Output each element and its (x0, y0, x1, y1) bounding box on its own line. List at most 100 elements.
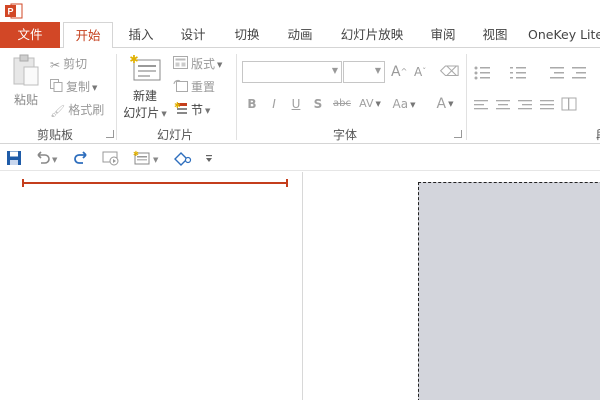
slides-group-label: 幻灯片 (156, 128, 193, 142)
bullets-icon[interactable] (474, 66, 491, 80)
svg-text:P: P (7, 7, 13, 17)
font-color-label: A (436, 96, 447, 112)
chevron-down-icon: ▼ (448, 100, 454, 108)
bold-button[interactable]: B (244, 94, 260, 114)
format-painter-button[interactable]: 🖌 格式刷 (50, 100, 104, 120)
italic-button[interactable]: I (266, 94, 282, 114)
save-icon[interactable] (6, 149, 22, 167)
font-name-combo[interactable]: ▼ (242, 61, 342, 83)
justify-icon[interactable] (540, 100, 554, 110)
copy-button[interactable]: 复制 ▼ (50, 77, 97, 97)
section-button[interactable]: ✱ 节 ▼ (173, 100, 210, 120)
clear-formatting-button[interactable]: ⌫ (440, 62, 460, 82)
tab-slideshow[interactable]: 幻灯片放映 (331, 22, 413, 48)
cut-label: 剪切 (63, 57, 88, 71)
arrow-down-icon: ˇ (422, 67, 427, 76)
decrease-indent-icon[interactable] (550, 67, 564, 79)
ribbon: 粘贴 ✂ 剪切 复制 ▼ 🖌 格式刷 剪贴板 ✱ 新建 幻灯片 ▼ 版式 ▼ 重置 (0, 48, 600, 144)
launcher-icon[interactable] (454, 130, 462, 138)
tab-onekey[interactable]: OneKey Lite (528, 22, 600, 48)
chevron-down-icon: ▼ (161, 109, 167, 118)
paragraph-group-label: 段 (592, 126, 600, 143)
chevron-down-icon: ▼ (217, 60, 223, 69)
new-slide-button[interactable]: ✱ 新建 幻灯片 ▼ (122, 53, 168, 121)
font-color-button[interactable]: A ▼ (430, 94, 460, 114)
reset-button[interactable]: 重置 (173, 77, 215, 97)
undo-icon[interactable]: ▼ (34, 149, 58, 167)
chevron-down-icon: ▼ (375, 100, 381, 108)
underline-button[interactable]: U (288, 94, 304, 114)
align-center-icon[interactable] (496, 100, 510, 110)
slide-editor[interactable] (304, 172, 600, 400)
new-slide-label-line2: 幻灯片 (123, 106, 160, 120)
chevron-down-icon: ▼ (374, 66, 381, 75)
tab-file[interactable]: 文件 (0, 22, 60, 48)
paste-label: 粘贴 (13, 93, 38, 107)
shadow-button[interactable]: S (310, 94, 326, 114)
divider (116, 54, 117, 140)
numbering-icon[interactable] (510, 67, 526, 79)
svg-text:✱: ✱ (174, 102, 181, 110)
slide-thumbnails-pane[interactable] (0, 172, 303, 400)
strikethrough-button[interactable]: abc (330, 94, 354, 114)
paragraph-controls (474, 66, 586, 111)
svg-text:▼: ▼ (52, 156, 58, 164)
format-painter-label: 格式刷 (68, 103, 105, 117)
font-group-label: 字体 (332, 128, 357, 142)
customize-qat-icon[interactable] (204, 149, 214, 167)
char-spacing-label: AV (359, 97, 374, 110)
align-left-icon[interactable] (474, 100, 488, 110)
section-label: 节 (191, 103, 204, 117)
copy-label: 复制 (66, 80, 91, 94)
layout-button[interactable]: 版式 ▼ (173, 54, 222, 74)
tab-review[interactable]: 审阅 (420, 22, 466, 48)
new-slide-label-line1: 新建 (132, 89, 157, 103)
insertion-marker (22, 179, 288, 187)
svg-text:✱: ✱ (133, 150, 139, 158)
eraser-icon: ⌫ (440, 64, 460, 80)
svg-text:✱: ✱ (129, 54, 138, 66)
new-slide-icon: ✱ (129, 53, 161, 81)
reset-label: 重置 (191, 80, 216, 94)
new-slide-qat-icon[interactable]: ✱▼ (132, 149, 160, 167)
tab-home[interactable]: 开始 (63, 22, 113, 49)
svg-text:▼: ▼ (153, 156, 159, 164)
powerpoint-icon[interactable]: P (5, 3, 23, 19)
char-spacing-button[interactable]: AV ▼ (355, 94, 385, 114)
tab-design[interactable]: 设计 (170, 22, 216, 48)
layout-label: 版式 (191, 57, 216, 71)
grow-font-button[interactable]: A^ (391, 62, 407, 82)
shrink-font-label: A (414, 65, 423, 79)
chevron-down-icon: ▼ (331, 66, 338, 75)
shrink-font-button[interactable]: Aˇ (414, 62, 426, 82)
tab-transitions[interactable]: 切换 (224, 22, 270, 48)
align-right-icon[interactable] (518, 100, 532, 110)
copy-icon (50, 78, 63, 98)
layout-icon (173, 55, 188, 75)
font-size-combo[interactable]: ▼ (343, 61, 385, 83)
redo-icon[interactable] (74, 149, 90, 167)
chevron-down-icon: ▼ (205, 106, 211, 115)
arrow-up-icon: ^ (400, 67, 408, 76)
change-case-label: Aa (392, 97, 409, 111)
divider (236, 54, 237, 140)
change-case-button[interactable]: Aa ▼ (388, 94, 420, 114)
quick-access-toolbar: ▼ ✱ ▼ (0, 145, 600, 171)
slideshow-from-start-icon[interactable] (102, 149, 120, 167)
cut-button[interactable]: ✂ 剪切 (50, 54, 87, 74)
grow-font-label: A (391, 64, 401, 80)
paste-button[interactable]: 粘贴 (6, 54, 46, 108)
tab-animations[interactable]: 动画 (277, 22, 323, 48)
tab-insert[interactable]: 插入 (118, 22, 164, 48)
scissors-icon: ✂ (50, 57, 61, 72)
slide-canvas[interactable] (418, 182, 600, 400)
section-icon: ✱ (173, 101, 188, 121)
title-bar: P (0, 0, 600, 22)
chevron-down-icon: ▼ (92, 83, 98, 92)
columns-icon[interactable] (561, 97, 577, 111)
ribbon-tabs: 文件 开始 插入 设计 切换 动画 幻灯片放映 审阅 视图 OneKey Lit… (0, 22, 600, 49)
tab-view[interactable]: 视图 (472, 22, 518, 48)
launcher-icon[interactable] (106, 130, 114, 138)
shape-fill-icon[interactable] (172, 149, 192, 167)
increase-indent-icon[interactable] (572, 67, 586, 79)
